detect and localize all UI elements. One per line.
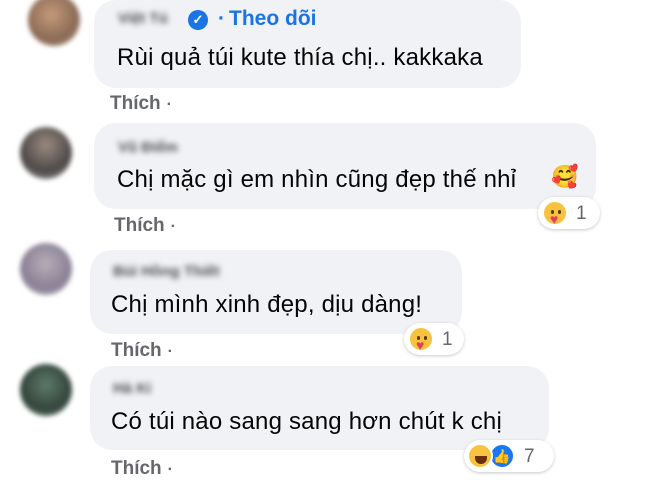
separator-dot: ·	[170, 218, 176, 235]
separator-dot: ·	[167, 343, 173, 360]
like-label: Thích	[114, 215, 165, 236]
follow-label: Theo dõi	[229, 7, 317, 30]
reaction-count: 1	[442, 329, 453, 350]
heart-icon: ♥	[550, 211, 559, 227]
follow-link[interactable]: · Theo dõi	[218, 7, 317, 31]
comment-author[interactable]: Việt Tú	[118, 10, 168, 27]
separator-dot: ·	[167, 461, 173, 478]
haha-reaction-icon	[467, 443, 493, 469]
care-reaction-icon: ♥	[408, 326, 434, 353]
eye	[424, 336, 427, 340]
avatar[interactable]	[20, 127, 72, 179]
like-label: Thích	[111, 340, 162, 361]
like-link[interactable]: Thích ·	[111, 340, 173, 362]
reaction-count: 1	[576, 203, 587, 224]
care-reaction-icon: ♥	[542, 200, 568, 227]
verified-badge-icon: ✓	[188, 10, 208, 30]
separator-dot: ·	[166, 96, 172, 113]
eye	[558, 210, 561, 214]
heart-icon: ♥	[416, 337, 425, 353]
avatar[interactable]	[20, 243, 72, 295]
comment-text-body: Chị mặc gì em nhìn cũng đẹp thế nhỉ	[117, 166, 517, 193]
like-link[interactable]: Thích ·	[114, 215, 176, 237]
comment-text: Có túi nào sang sang hơn chút k chị	[111, 408, 502, 435]
avatar[interactable]	[28, 0, 80, 46]
comment-author[interactable]: Vũ Điểm	[118, 139, 178, 156]
laughing-mouth	[475, 456, 487, 464]
comment-text: Rùi quả túi kute thía chị.. kakkaka	[117, 44, 483, 71]
smiling-face-with-hearts-icon: 🥰	[551, 164, 579, 189]
like-label: Thích	[110, 93, 161, 114]
comment-author[interactable]: Bùi Hồng Thiết	[113, 263, 220, 280]
like-link[interactable]: Thích ·	[110, 93, 172, 115]
comment-author[interactable]: Hà Ki	[113, 380, 151, 397]
follow-dot: ·	[218, 7, 225, 30]
comment-text: Chị mặc gì em nhìn cũng đẹp thế nhỉ	[117, 166, 516, 194]
like-link[interactable]: Thích ·	[111, 458, 173, 480]
like-label: Thích	[111, 458, 162, 479]
comment-text: Chị mình xinh đẹp, dịu dàng!	[111, 291, 423, 318]
avatar[interactable]	[20, 364, 72, 416]
reaction-count: 7	[524, 446, 535, 467]
